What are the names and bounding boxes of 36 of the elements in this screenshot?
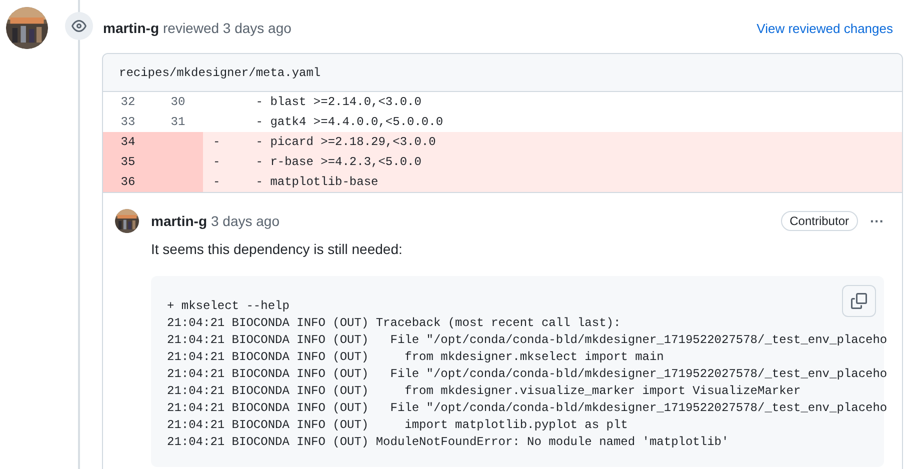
code-line: 21:04:21 BIOCONDA INFO (OUT) from mkdesigner.visualize_marker import VisualizeMarker [167, 383, 801, 400]
code-line: 21:04:21 BIOCONDA INFO (OUT) from mkdesigner.mkselect import main [167, 349, 664, 366]
line-number: 35 [120, 154, 136, 171]
line-number: 32 [120, 94, 136, 111]
review-status: reviewed 3 days ago [163, 19, 292, 38]
comment-time[interactable]: 3 days ago [211, 210, 280, 232]
code-line: - blast >=2.14.0,<3.0.0 [254, 94, 422, 111]
diff-marker: - [213, 155, 220, 169]
copy-button[interactable] [842, 285, 876, 317]
file-path[interactable]: recipes/mkdesigner/meta.yaml [119, 64, 321, 82]
code-line: + mkselect --help [167, 298, 290, 315]
code-line: 21:04:21 BIOCONDA INFO (OUT) Traceback (most recent call last): [167, 315, 621, 332]
diff-marker: - [213, 175, 220, 189]
code-line: 21:04:21 BIOCONDA INFO (OUT) File "/opt/conda/conda-bld/mkdesigner_1719522027578/_test_env_placeho [167, 332, 888, 349]
view-changes-link[interactable]: View reviewed changes [756, 18, 893, 38]
line-number: 36 [120, 174, 136, 191]
line-number: 30 [170, 94, 186, 111]
diff-marker: - [213, 135, 220, 149]
code-line: - r-base >=4.2.3,<5.0.0 [254, 154, 422, 171]
comment-text: It seems this dependency is still needed: [151, 240, 404, 259]
copy-icon [851, 293, 867, 309]
more-options-button[interactable]: ··· [870, 214, 884, 228]
code-line: - matplotlib-base [254, 174, 378, 191]
role-badge: Contributor [780, 211, 858, 231]
line-number: 31 [170, 114, 186, 131]
commenter-name[interactable]: martin-g [151, 210, 207, 232]
code-line: 21:04:21 BIOCONDA INFO (OUT) import matplotlib.pyplot as plt [167, 417, 628, 434]
line-number: 33 [120, 114, 136, 131]
code-line: 21:04:21 BIOCONDA INFO (OUT) File "/opt/conda/conda-bld/mkdesigner_1719522027578/_test_env_placeho [167, 400, 888, 417]
line-number: 34 [120, 134, 136, 151]
code-line: 21:04:21 BIOCONDA INFO (OUT) File "/opt/conda/conda-bld/mkdesigner_1719522027578/_test_env_placeho [167, 366, 888, 383]
reviewer-name[interactable]: martin-g [103, 18, 159, 39]
code-line: - gatk4 >=4.4.0.0,<5.0.0.0 [254, 114, 444, 131]
code-line: - picard >=2.18.29,<3.0.0 [254, 134, 436, 151]
eye-icon [65, 12, 93, 40]
code-line: 21:04:21 BIOCONDA INFO (OUT) ModuleNotFoundError: No module named 'matplotlib' [167, 434, 729, 451]
